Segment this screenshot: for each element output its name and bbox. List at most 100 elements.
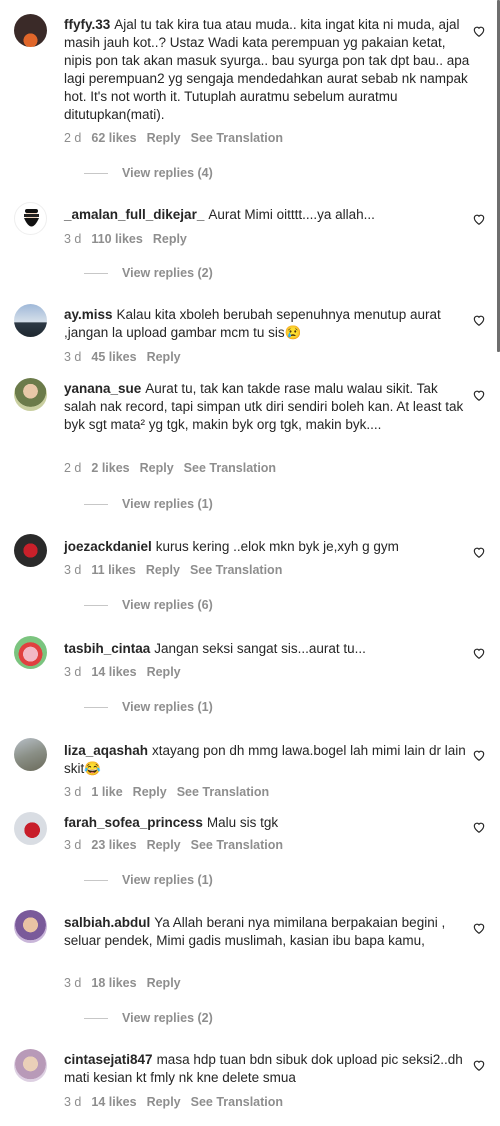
divider-line bbox=[84, 706, 108, 708]
see-translation-button[interactable]: See Translation bbox=[177, 785, 269, 799]
comment-meta: 3 d 1 like Reply See Translation bbox=[64, 785, 279, 799]
like-count[interactable]: 14 likes bbox=[91, 1095, 136, 1109]
reply-button[interactable]: Reply bbox=[147, 131, 181, 145]
avatar[interactable] bbox=[14, 636, 47, 669]
reply-button[interactable]: Reply bbox=[153, 232, 187, 246]
reply-button[interactable]: Reply bbox=[133, 785, 167, 799]
comment-time: 3 d bbox=[64, 785, 82, 799]
view-replies-button[interactable]: View replies (1) bbox=[84, 497, 213, 511]
see-translation-button[interactable]: See Translation bbox=[190, 563, 282, 577]
comment-meta: 3 d 110 likes Reply bbox=[64, 232, 197, 246]
heart-icon[interactable] bbox=[472, 212, 486, 226]
comment-meta: 3 d 14 likes Reply bbox=[64, 665, 191, 679]
comment-username[interactable]: liza_aqashah bbox=[64, 743, 148, 758]
avatar[interactable] bbox=[14, 738, 47, 771]
like-count[interactable]: 14 likes bbox=[91, 665, 136, 679]
comment-time: 3 d bbox=[64, 665, 82, 679]
reply-button[interactable]: Reply bbox=[146, 563, 180, 577]
heart-icon[interactable] bbox=[472, 388, 486, 402]
heart-icon[interactable] bbox=[472, 545, 486, 559]
comment-meta: 2 d 62 likes Reply See Translation bbox=[64, 131, 293, 145]
heart-icon[interactable] bbox=[472, 748, 486, 762]
comment-body: liza_aqashah xtayang pon dh mmg lawa.boge… bbox=[64, 742, 472, 778]
comment-text: kurus kering ..elok mkn byk je,xyh g gym bbox=[155, 539, 399, 554]
comment-username[interactable]: cintasejati847 bbox=[64, 1052, 153, 1067]
avatar[interactable] bbox=[14, 202, 47, 235]
heart-icon[interactable] bbox=[472, 820, 486, 834]
view-replies-label[interactable]: View replies (1) bbox=[122, 497, 213, 511]
heart-icon[interactable] bbox=[472, 921, 486, 935]
like-count[interactable]: 11 likes bbox=[91, 563, 136, 577]
reply-button[interactable]: Reply bbox=[147, 350, 181, 364]
comment-text: Malu sis tgk bbox=[206, 815, 279, 830]
reply-button[interactable]: Reply bbox=[140, 461, 174, 475]
avatar[interactable] bbox=[14, 1049, 47, 1082]
view-replies-label[interactable]: View replies (1) bbox=[122, 700, 213, 714]
comment-username[interactable]: salbiah.abdul bbox=[64, 915, 150, 930]
avatar-bearded-man bbox=[24, 209, 39, 227]
comment-time: 3 d bbox=[64, 838, 82, 852]
comment-username[interactable]: yanana_sue bbox=[64, 381, 141, 396]
comment-body: yanana_sue Aurat tu, tak kan takde rase m… bbox=[64, 380, 472, 434]
comment-time: 3 d bbox=[64, 976, 82, 990]
like-count[interactable]: 45 likes bbox=[91, 350, 136, 364]
avatar[interactable] bbox=[14, 910, 47, 943]
like-count[interactable]: 23 likes bbox=[91, 838, 136, 852]
see-translation-button[interactable]: See Translation bbox=[191, 131, 283, 145]
like-count[interactable]: 110 likes bbox=[91, 232, 142, 246]
comment-text: Kalau kita xboleh berubah sepenuhnya men… bbox=[64, 307, 441, 340]
comment-username[interactable]: ffyfy.33 bbox=[64, 17, 110, 32]
comment-username[interactable]: joezackdaniel bbox=[64, 539, 152, 554]
avatar[interactable] bbox=[14, 812, 47, 845]
comment-text: Ajal tu tak kira tua atau muda.. kita in… bbox=[64, 17, 470, 122]
comment-time: 2 d bbox=[64, 131, 82, 145]
view-replies-label[interactable]: View replies (2) bbox=[122, 1011, 213, 1025]
view-replies-button[interactable]: View replies (4) bbox=[84, 166, 213, 180]
see-translation-button[interactable]: See Translation bbox=[191, 1095, 283, 1109]
comment-meta: 3 d 14 likes Reply See Translation bbox=[64, 1095, 293, 1109]
heart-icon[interactable] bbox=[472, 24, 486, 38]
avatar[interactable] bbox=[14, 534, 47, 567]
view-replies-label[interactable]: View replies (4) bbox=[122, 166, 213, 180]
reply-button[interactable]: Reply bbox=[147, 838, 181, 852]
reply-button[interactable]: Reply bbox=[147, 1095, 181, 1109]
view-replies-button[interactable]: View replies (1) bbox=[84, 700, 213, 714]
view-replies-label[interactable]: View replies (6) bbox=[122, 598, 213, 612]
avatar[interactable] bbox=[14, 378, 47, 411]
comment-username[interactable]: ay.miss bbox=[64, 307, 113, 322]
see-translation-button[interactable]: See Translation bbox=[184, 461, 276, 475]
reply-button[interactable]: Reply bbox=[147, 976, 181, 990]
comment-meta: 3 d 23 likes Reply See Translation bbox=[64, 838, 293, 852]
like-count[interactable]: 2 likes bbox=[91, 461, 129, 475]
comment-meta: 3 d 18 likes Reply bbox=[64, 976, 191, 990]
comment-username[interactable]: _amalan_full_dikejar_ bbox=[64, 207, 204, 222]
reply-button[interactable]: Reply bbox=[147, 665, 181, 679]
avatar[interactable] bbox=[14, 14, 47, 47]
view-replies-button[interactable]: View replies (2) bbox=[84, 266, 213, 280]
comment-time: 3 d bbox=[64, 563, 82, 577]
divider-line bbox=[84, 172, 108, 174]
heart-icon[interactable] bbox=[472, 646, 486, 660]
view-replies-label[interactable]: View replies (2) bbox=[122, 266, 213, 280]
view-replies-label[interactable]: View replies (1) bbox=[122, 873, 213, 887]
like-count[interactable]: 1 like bbox=[91, 785, 122, 799]
comment-body: joezackdaniel kurus kering ..elok mkn byk… bbox=[64, 538, 472, 556]
view-replies-button[interactable]: View replies (6) bbox=[84, 598, 213, 612]
comment-time: 3 d bbox=[64, 232, 82, 246]
like-count[interactable]: 18 likes bbox=[91, 976, 136, 990]
comment-meta: 2 d 2 likes Reply See Translation bbox=[64, 461, 286, 475]
comment-username[interactable]: tasbih_cintaa bbox=[64, 641, 150, 656]
divider-line bbox=[84, 879, 108, 881]
heart-icon[interactable] bbox=[472, 313, 486, 327]
comment-username[interactable]: farah_sofea_princess bbox=[64, 815, 203, 830]
like-count[interactable]: 62 likes bbox=[91, 131, 136, 145]
heart-icon[interactable] bbox=[472, 1058, 486, 1072]
see-translation-button[interactable]: See Translation bbox=[191, 838, 283, 852]
divider-line bbox=[84, 1017, 108, 1019]
view-replies-button[interactable]: View replies (1) bbox=[84, 873, 213, 887]
divider-line bbox=[84, 272, 108, 274]
comment-body: farah_sofea_princess Malu sis tgk bbox=[64, 814, 472, 832]
divider-line bbox=[84, 604, 108, 606]
view-replies-button[interactable]: View replies (2) bbox=[84, 1011, 213, 1025]
avatar[interactable] bbox=[14, 304, 47, 337]
